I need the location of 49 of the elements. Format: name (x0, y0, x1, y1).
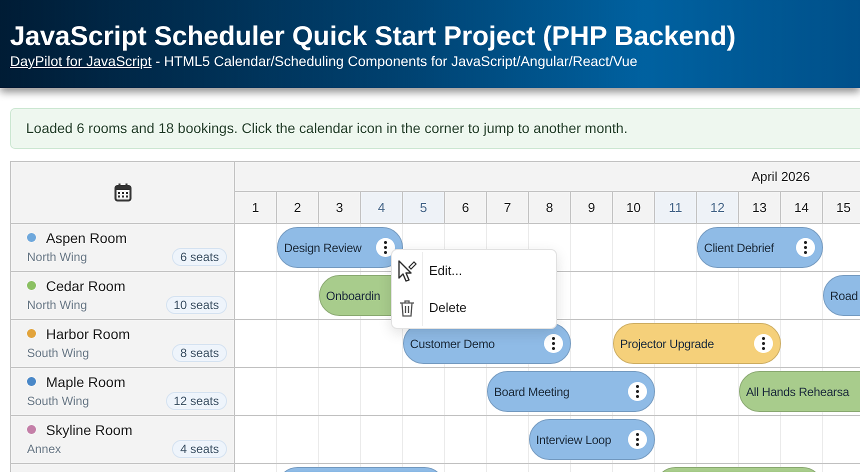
day-header: 6 (445, 192, 487, 223)
day-header: 12 (697, 192, 739, 223)
room-wing: South Wing (27, 394, 90, 408)
day-header: 11 (655, 192, 697, 223)
day-header: 9 (571, 192, 613, 223)
room-name: Cedar Room (46, 278, 126, 294)
more-button[interactable] (628, 382, 647, 401)
day-header: 5 (403, 192, 445, 223)
subtitle-text: - HTML5 Calendar/Scheduling Components for JavaScript/Angular/React/Vue (154, 53, 638, 69)
room-name: Skyline Room (46, 422, 132, 438)
room-wing: North Wing (27, 298, 88, 312)
seats-badge: 4 seats (172, 440, 227, 458)
more-button[interactable] (796, 238, 815, 257)
room-wing: South Wing (27, 346, 90, 360)
day-header: 7 (487, 192, 529, 223)
seats-badge: 10 seats (166, 296, 227, 314)
day-header: 4 (361, 192, 403, 223)
event-bar[interactable]: Interview Loop (529, 419, 655, 460)
cursor-pencil-icon (397, 258, 417, 282)
day-header: 13 (739, 192, 781, 223)
room-wing: North Wing (27, 250, 88, 264)
room-name: Aspen Room (46, 230, 127, 246)
day-header: 14 (781, 192, 823, 223)
more-button[interactable] (628, 430, 647, 449)
page-title: JavaScript Scheduler Quick Start Project (PHP Backend) (10, 20, 737, 52)
event-bar[interactable]: All Hands Rehearsa (739, 371, 860, 412)
day-header: 2 (277, 192, 319, 223)
event-bar[interactable]: Road (823, 275, 860, 316)
room-name: Harbor Room (46, 326, 130, 342)
calendar-icon[interactable] (114, 183, 132, 202)
seats-badge: 6 seats (172, 248, 227, 266)
month-label: April 2026 (751, 169, 810, 184)
room-wing: Annex (27, 442, 62, 456)
alert-text: Loaded 6 rooms and 18 bookings. Click the calendar icon in the corner to jump to another month. (26, 120, 628, 136)
day-header: 8 (529, 192, 571, 223)
day-header: 1 (235, 192, 277, 223)
day-header: 15 (823, 192, 860, 223)
more-button[interactable] (376, 238, 395, 257)
event-bar[interactable]: Client Debrief (697, 227, 823, 268)
more-button[interactable] (754, 334, 773, 353)
seats-badge: 12 seats (166, 392, 227, 410)
room-name: Maple Room (46, 374, 126, 390)
event-bar[interactable]: Board Meeting (487, 371, 655, 412)
trash-icon (399, 298, 415, 316)
event-bar[interactable]: Projector Upgrade (613, 323, 781, 364)
seats-badge: 8 seats (172, 344, 227, 362)
daypilot-link[interactable]: DayPilot for JavaScript (10, 53, 152, 69)
event-bar[interactable]: Design Review (277, 227, 403, 268)
more-button[interactable] (544, 334, 563, 353)
